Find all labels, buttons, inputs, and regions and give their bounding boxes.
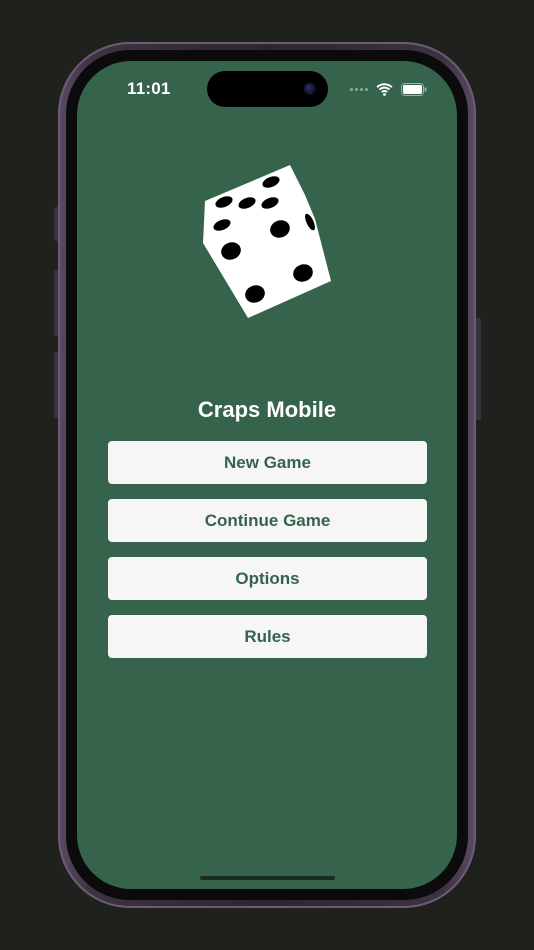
status-time: 11:01	[127, 79, 171, 98]
stage: 11:01 Craps Mobile New Game Continue Gam…	[0, 0, 534, 950]
home-indicator[interactable]	[200, 876, 335, 880]
camera-icon	[304, 83, 316, 95]
wifi-icon	[376, 82, 393, 96]
battery-icon	[401, 82, 427, 96]
signal-dots-icon	[350, 87, 368, 91]
status-icons	[350, 81, 427, 97]
main-menu: New Game Continue Game Options Rules	[108, 441, 427, 673]
options-button[interactable]: Options	[108, 557, 427, 600]
dice-icon	[203, 165, 331, 318]
app-screen: 11:01 Craps Mobile New Game Continue Gam…	[77, 61, 457, 889]
dynamic-island	[207, 71, 328, 107]
new-game-button[interactable]: New Game	[108, 441, 427, 484]
app-title: Craps Mobile	[197, 397, 337, 422]
power-button	[476, 318, 481, 420]
rules-button[interactable]: Rules	[108, 615, 427, 658]
continue-game-button[interactable]: Continue Game	[108, 499, 427, 542]
